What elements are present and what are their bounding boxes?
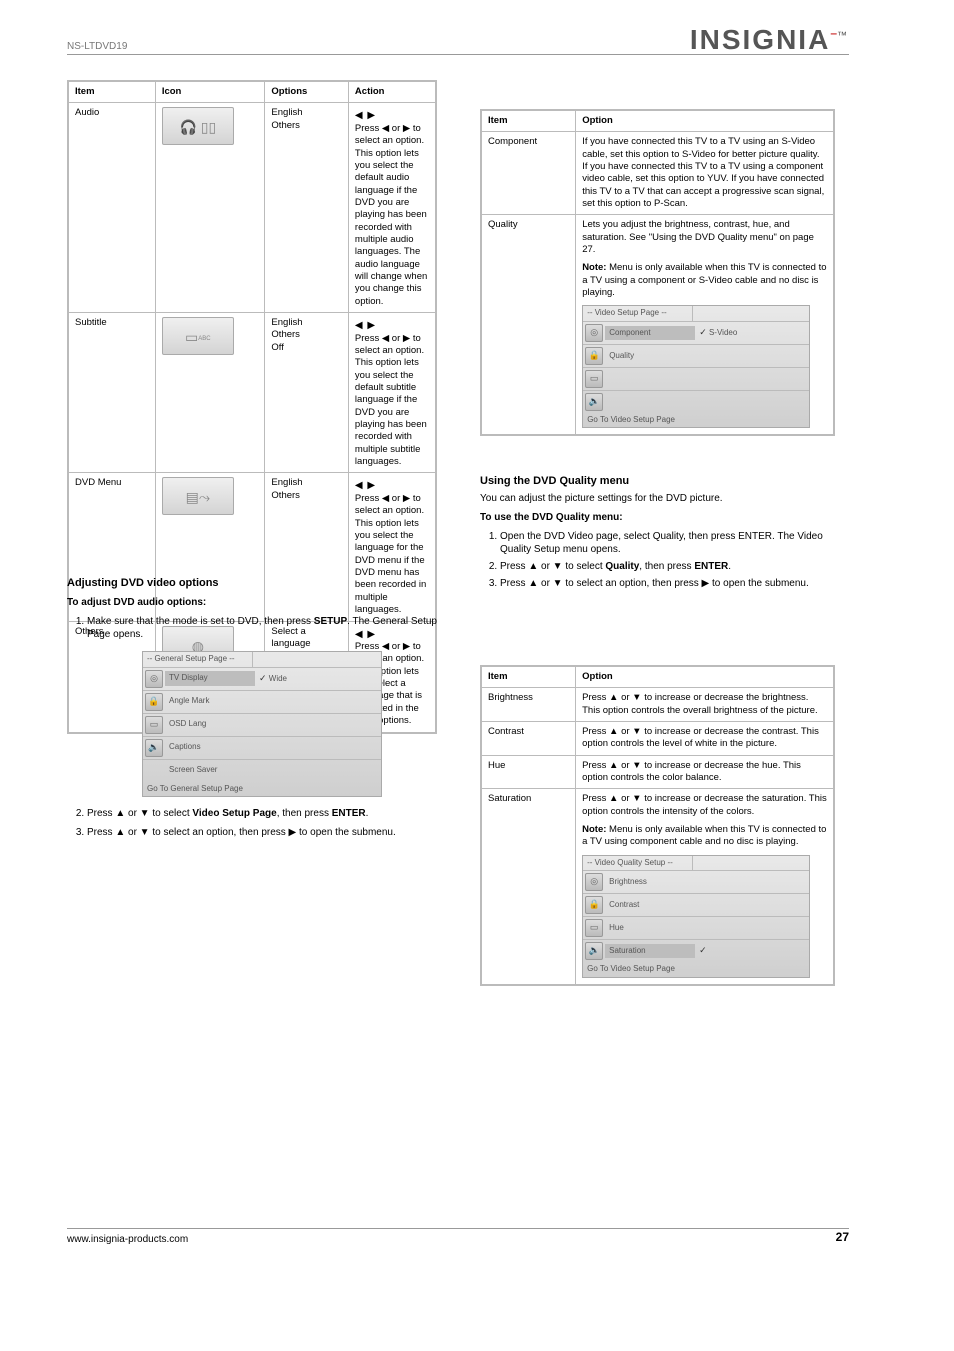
row-item: Component: [481, 132, 576, 215]
screen-icon: ▭: [145, 716, 163, 734]
section-heading: Adjusting DVD video options: [67, 576, 437, 590]
disc-icon: ◎: [585, 324, 603, 342]
tbl2-h-opt: Option: [576, 110, 834, 132]
row-item: Subtitle: [68, 313, 155, 473]
mini-menu-quality: -- Video Quality Setup -- ◎Brightness 🔒C…: [582, 855, 810, 978]
list-item: Press ▲ or ▼ to select an option, then p…: [87, 826, 437, 839]
table-row: Brightness Press ▲ or ▼ to increase or d…: [481, 688, 834, 722]
row-desc: If you have connected this TV to a TV us…: [576, 132, 834, 215]
list-item: Press ▲ or ▼ to select an option, then p…: [500, 577, 835, 590]
row-desc: Press ▲ or ▼ to increase or decrease the…: [576, 789, 834, 985]
tbl1-h-action: Action: [348, 81, 436, 103]
tbl1-h-options: Options: [265, 81, 349, 103]
sub-heading: To adjust DVD audio options:: [67, 596, 437, 609]
dvd-menu-icon: ▤⤳: [162, 477, 234, 515]
row-desc: Press ▲ or ▼ to increase or decrease the…: [576, 722, 834, 756]
table-row: Hue Press ▲ or ▼ to increase or decrease…: [481, 755, 834, 789]
disc-icon: ◎: [585, 873, 603, 891]
row-item: Audio: [68, 103, 155, 313]
row-item: Hue: [481, 755, 576, 789]
row-desc: Lets you adjust the brightness, contrast…: [576, 215, 834, 435]
list-item: Press ▲ or ▼ to select Quality, then pre…: [500, 560, 835, 573]
footer-rule: [67, 1228, 849, 1229]
row-options: English Others Off: [265, 313, 349, 473]
brand-logo: INSIGNIA–™: [690, 22, 849, 58]
section-heading: Using the DVD Quality menu: [480, 474, 835, 488]
tbl3-h-opt: Option: [576, 666, 834, 688]
row-options: English Others: [265, 103, 349, 313]
table-row: Saturation Press ▲ or ▼ to increase or d…: [481, 789, 834, 985]
speaker-icon: 🔈: [145, 739, 163, 757]
tbl1-h-item: Item: [68, 81, 155, 103]
speaker-icon: 🔈: [585, 942, 603, 960]
page-number: 27: [836, 1230, 849, 1246]
list-item: Press ▲ or ▼ to select Video Setup Page,…: [87, 807, 437, 820]
list-item: Open the DVD Video page, select Quality,…: [500, 530, 835, 556]
list-item: Make sure that the mode is set to DVD, t…: [87, 615, 437, 797]
subtitle-icon: ▭ABC: [162, 317, 234, 355]
row-item: Brightness: [481, 688, 576, 722]
left-instructions: Adjusting DVD video options To adjust DV…: [67, 570, 437, 845]
lock-icon: 🔒: [145, 693, 163, 711]
footer-url: www.insignia-products.com: [67, 1233, 188, 1246]
video-quality-table: Item Option Brightness Press ▲ or ▼ to i…: [480, 665, 835, 986]
mini-menu-video: -- Video Setup Page -- ◎Component✓ S-Vid…: [582, 305, 810, 428]
table-row: Subtitle ▭ABC English Others Off ◀ ▶ Pre…: [68, 313, 436, 473]
header-model: NS-LTDVD19: [67, 40, 127, 53]
row-icon: 🎧 ▯▯: [155, 103, 265, 313]
row-desc: Press ▲ or ▼ to increase or decrease the…: [576, 755, 834, 789]
row-desc: Press ▲ or ▼ to increase or decrease the…: [576, 688, 834, 722]
table-row: Component If you have connected this TV …: [481, 132, 834, 215]
headphones-icon: 🎧 ▯▯: [162, 107, 234, 145]
video-setup-table: Item Option Component If you have connec…: [480, 109, 835, 436]
row-item: Saturation: [481, 789, 576, 985]
row-icon: ▭ABC: [155, 313, 265, 473]
screen-icon: ▭: [585, 370, 603, 388]
tbl1-h-icon: Icon: [155, 81, 265, 103]
lock-icon: 🔒: [585, 896, 603, 914]
mini-menu-general: -- General Setup Page -- ◎TV Display✓ Wi…: [142, 651, 382, 797]
table-row: Quality Lets you adjust the brightness, …: [481, 215, 834, 435]
row-action: ◀ ▶ Press ◀ or ▶ to select an option. Th…: [348, 313, 436, 473]
speaker-icon: 🔈: [585, 393, 603, 411]
table-row: Audio 🎧 ▯▯ English Others ◀ ▶ Press ◀ or…: [68, 103, 436, 313]
table-row: Contrast Press ▲ or ▼ to increase or dec…: [481, 722, 834, 756]
row-item: Quality: [481, 215, 576, 435]
tbl3-h-item: Item: [481, 666, 576, 688]
row-item: Contrast: [481, 722, 576, 756]
lock-icon: 🔒: [585, 347, 603, 365]
quality-menu-instructions: Using the DVD Quality menu You can adjus…: [480, 470, 835, 594]
disc-icon: ◎: [145, 670, 163, 688]
row-action: ◀ ▶ Press ◀ or ▶ to select an option. Th…: [348, 103, 436, 313]
tbl2-h-item: Item: [481, 110, 576, 132]
screen-icon: ▭: [585, 919, 603, 937]
